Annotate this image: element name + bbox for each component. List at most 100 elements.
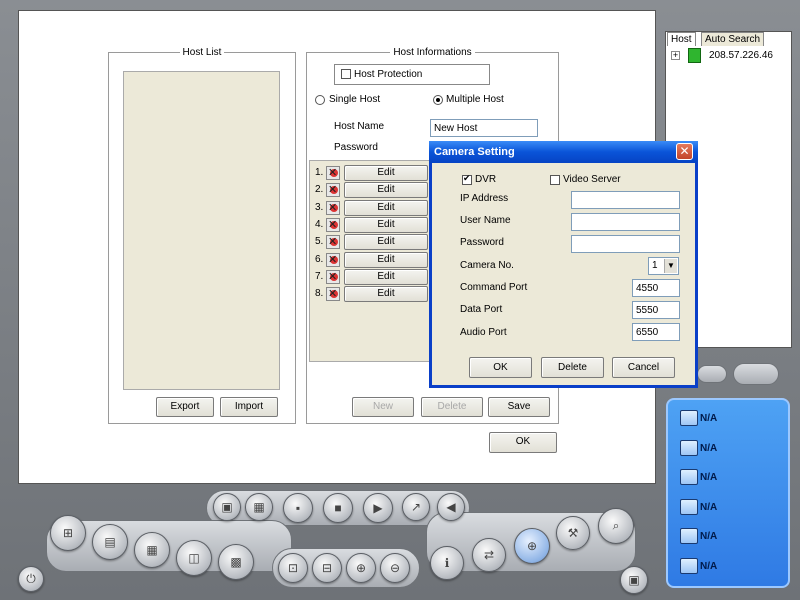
audio-button[interactable]: ◀ xyxy=(437,493,465,521)
host-icon xyxy=(688,48,701,63)
camera-number: 3. xyxy=(315,201,324,213)
audio-port-label: Audio Port xyxy=(460,327,507,338)
command-port-label: Command Port xyxy=(460,282,528,293)
close-icon[interactable]: ✕ xyxy=(676,143,693,160)
save-button[interactable]: Save xyxy=(488,397,550,417)
schedule-button[interactable]: ▦ xyxy=(245,493,273,521)
camera-edit-button[interactable]: Edit xyxy=(344,199,428,216)
host-name-input[interactable]: New Host xyxy=(430,119,538,137)
new-button[interactable]: New xyxy=(352,397,414,417)
audio-port-input[interactable]: 6550 xyxy=(632,323,680,341)
grid-4-icon: ⊞ xyxy=(62,526,74,540)
info-button[interactable]: ℹ xyxy=(430,546,464,580)
layout-4-button[interactable]: ⊞ xyxy=(50,515,86,551)
host-list-box[interactable] xyxy=(123,71,280,390)
status-value: N/A xyxy=(700,560,718,572)
zoom-window-button[interactable]: ⊡ xyxy=(278,553,308,583)
zoom-in-button[interactable]: ⊕ xyxy=(346,553,376,583)
user-name-input[interactable] xyxy=(571,213,680,231)
film-icon xyxy=(680,528,698,545)
status-item: N/A xyxy=(680,527,717,547)
dialog-password-input[interactable] xyxy=(571,235,680,253)
single-host-label: Single Host xyxy=(329,94,381,105)
play-button[interactable]: ▶ xyxy=(363,493,393,523)
camera-edit-button[interactable]: Edit xyxy=(344,216,428,233)
tab-auto-search[interactable]: Auto Search xyxy=(701,32,765,46)
camera-edit-button[interactable]: Edit xyxy=(344,251,428,268)
status-item: N/A xyxy=(680,557,717,577)
power-icon: ⏻ xyxy=(26,571,36,586)
dialog-ok-button[interactable]: OK xyxy=(469,357,532,378)
dialog-password-label: Password xyxy=(460,237,504,248)
camera-number: 1. xyxy=(315,167,324,178)
status-value: N/A xyxy=(700,413,718,424)
dialog-cancel-button[interactable]: Cancel xyxy=(612,357,675,378)
schedule-icon: ▦ xyxy=(253,500,265,514)
lock-button[interactable]: ▣ xyxy=(620,566,648,594)
network-button[interactable]: ⇄ xyxy=(472,538,506,572)
pause-button[interactable]: ↗ xyxy=(402,493,430,521)
layout-pip-button[interactable]: ◫ xyxy=(176,540,212,576)
export-button[interactable]: Export xyxy=(156,397,214,417)
speaker-icon: ◀ xyxy=(446,500,456,514)
grid-16-icon: ▩ xyxy=(230,555,242,569)
dialog-title: Camera Setting xyxy=(434,146,515,158)
host-protection-box: Host Protection xyxy=(334,64,490,85)
expand-icon[interactable]: + xyxy=(671,51,680,60)
search-log-button[interactable]: ⌕ xyxy=(598,508,634,544)
host-ip[interactable]: 208.57.226.46 xyxy=(709,50,773,61)
snapshot-button[interactable] xyxy=(733,363,779,385)
camera-edit-button[interactable]: Edit xyxy=(344,268,428,285)
multiple-host-label: Multiple Host xyxy=(446,94,504,105)
network-icon xyxy=(680,439,698,456)
add-host-button[interactable]: ⊕ xyxy=(514,528,550,564)
step-icon: ↗ xyxy=(410,500,422,514)
status-value: N/A xyxy=(700,472,718,483)
search-icon: ⌕ xyxy=(612,518,620,533)
camera-edit-button[interactable]: Edit xyxy=(344,182,428,199)
ip-address-input[interactable] xyxy=(571,191,680,209)
zoom-fit-button[interactable]: ⊟ xyxy=(312,553,342,583)
camera-status-icon xyxy=(326,235,340,250)
camera-no-select[interactable]: 1 ▼ xyxy=(648,257,679,275)
single-host-radio[interactable] xyxy=(315,95,325,105)
record-button[interactable]: ▣ xyxy=(213,493,241,521)
layout-9-button[interactable]: ▦ xyxy=(134,532,170,568)
status-value: N/A xyxy=(700,531,718,542)
info-icon: ℹ xyxy=(444,556,450,570)
dialog-delete-button[interactable]: Delete xyxy=(541,357,604,378)
delete-button[interactable]: Delete xyxy=(421,397,483,417)
layout-6-button[interactable]: ▤ xyxy=(92,524,128,560)
dvr-checkbox[interactable] xyxy=(462,173,472,185)
ok-button[interactable]: OK xyxy=(489,432,557,453)
chevron-down-icon[interactable]: ▼ xyxy=(664,259,677,273)
camera-status-icon xyxy=(326,166,340,180)
layout-16-button[interactable]: ▩ xyxy=(218,544,254,580)
camera-edit-button[interactable]: Edit xyxy=(344,165,428,181)
power-button[interactable]: ⏻ xyxy=(18,566,44,592)
password-label: Password xyxy=(334,142,378,153)
import-button[interactable]: Import xyxy=(220,397,278,417)
tab-host[interactable]: Host xyxy=(667,32,696,46)
stop-icon: ■ xyxy=(334,501,342,515)
camera-edit-button[interactable]: Edit xyxy=(344,234,428,251)
status-value: N/A xyxy=(700,442,718,454)
camera-setting-dialog: Camera Setting ✕ DVR Video Server IP Add… xyxy=(429,141,698,388)
multiple-host-radio[interactable] xyxy=(433,95,443,105)
disk-icon xyxy=(680,410,698,427)
grid-9-icon: ▦ xyxy=(146,543,158,557)
tools-button[interactable]: ⚒ xyxy=(556,516,590,550)
video-server-checkbox[interactable] xyxy=(550,175,560,185)
ptz-button[interactable] xyxy=(697,365,727,383)
data-port-input[interactable]: 5550 xyxy=(632,301,680,319)
grid-6-icon: ▤ xyxy=(104,535,116,549)
stop-button[interactable]: ■ xyxy=(323,493,353,523)
host-protection-checkbox[interactable] xyxy=(341,69,351,79)
command-port-input[interactable]: 4550 xyxy=(632,279,680,297)
zoom-out-button[interactable]: ⊖ xyxy=(380,553,410,583)
camera-number: 7. xyxy=(315,270,324,282)
dialog-titlebar[interactable]: Camera Setting xyxy=(429,141,698,163)
save-record-button[interactable]: ▪ xyxy=(283,493,313,523)
camera-edit-button[interactable]: Edit xyxy=(344,286,428,303)
camera-status-icon xyxy=(326,183,340,198)
